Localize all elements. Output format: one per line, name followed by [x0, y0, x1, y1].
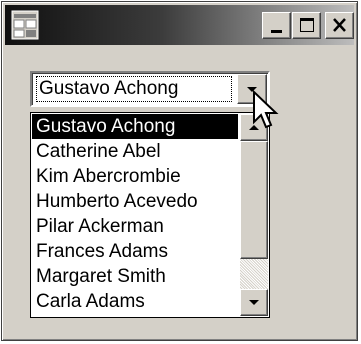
list-item-catherine-abel[interactable]: Catherine Abel: [32, 139, 238, 164]
list-item-humberto-acevedo[interactable]: Humberto Acevedo: [32, 189, 238, 214]
list-item-carla-adams[interactable]: Carla Adams: [32, 289, 238, 314]
minimize-button[interactable]: [262, 12, 291, 39]
list-item-frances-adams[interactable]: Frances Adams: [32, 239, 238, 264]
title-bar[interactable]: [5, 5, 354, 45]
mouse-cursor-icon: [253, 90, 279, 129]
scroll-down-button[interactable]: [240, 289, 268, 316]
dropdown-list[interactable]: Gustavo Achong Catherine Abel Kim Abercr…: [30, 112, 270, 318]
close-icon: [333, 18, 346, 32]
list-item-kim-abercrombie[interactable]: Kim Abercrombie: [32, 164, 238, 189]
name-combobox[interactable]: Gustavo Achong: [30, 71, 270, 107]
combobox-value[interactable]: Gustavo Achong: [36, 76, 232, 102]
app-window-icon[interactable]: [11, 10, 39, 40]
list-item-pilar-ackerman[interactable]: Pilar Ackerman: [32, 214, 238, 239]
maximize-icon: [300, 18, 314, 32]
close-button[interactable]: [325, 12, 354, 39]
minimize-icon: [271, 30, 282, 33]
scrollbar-thumb[interactable]: [240, 141, 268, 259]
dropdown-list-items: Gustavo Achong Catherine Abel Kim Abercr…: [32, 114, 238, 314]
vertical-scrollbar[interactable]: [240, 114, 268, 316]
maximize-button[interactable]: [292, 12, 321, 39]
list-item-gustavo-achong[interactable]: Gustavo Achong: [32, 114, 238, 139]
list-item-margaret-smith[interactable]: Margaret Smith: [32, 264, 238, 289]
scroll-down-icon: [249, 300, 259, 305]
app-window: Gustavo Achong Gustavo Achong Catherine …: [1, 1, 358, 341]
